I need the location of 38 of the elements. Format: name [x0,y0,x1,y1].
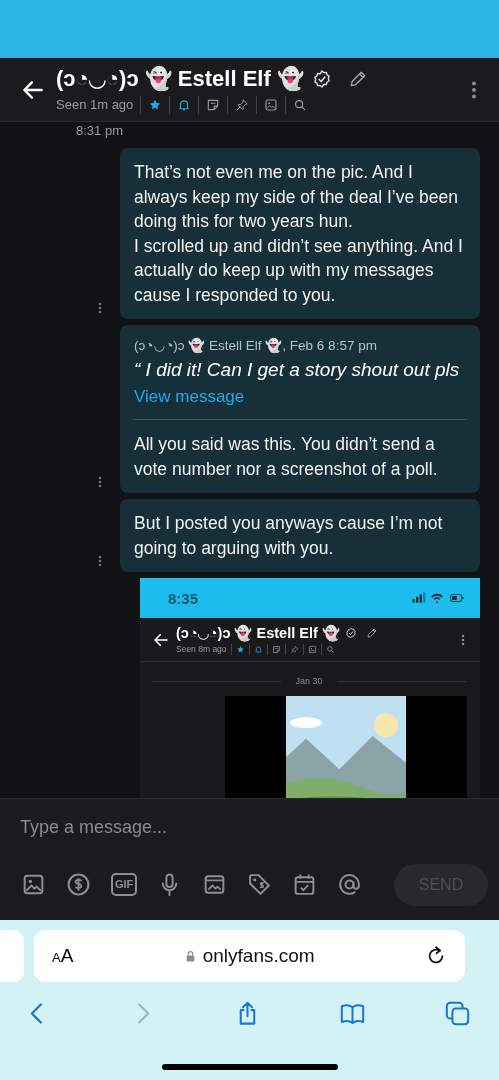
bell-icon[interactable] [253,644,263,654]
chat-title: (ɔ◔◡◔)ɔ 👻 Estell Elf 👻 [56,65,304,92]
pin-icon[interactable] [289,644,299,654]
search-icon[interactable] [325,644,335,654]
last-seen-text: Seen 8m ago [176,644,227,654]
bell-icon[interactable] [177,97,192,112]
image-icon[interactable] [307,644,317,654]
message-text: That’s not even me on the pic. And I always keep my side of the deal I’ve been doing this for two years hun. I scrolled up and didn’t see anything. And I actually do keep up with my messages cause I responded to you. [134,161,464,307]
message-text: All you said was this. You didn’t send a vote number nor a screenshot of a poll. [134,433,439,481]
chat-title: (ɔ◔◡◔)ɔ 👻 Estell Elf 👻 [176,624,340,642]
message-input[interactable]: Type a message... [0,798,499,855]
quote-author: (ɔ◔◡◔)ɔ 👻 Estell Elf 👻, Feb 6 8:57 pm [134,337,378,353]
view-message-link[interactable]: View message [134,387,245,407]
image-icon[interactable] [21,872,46,897]
message-time: 8:31 pm [75,123,124,138]
note-icon[interactable] [206,97,221,112]
text-size-button[interactable]: AA [52,945,74,967]
clock-text: 8:35 [168,589,199,607]
address-bar[interactable]: AA onlyfans.com [34,930,465,982]
tabs-icon[interactable] [444,1000,471,1027]
url-text: onlyfans.com [202,945,315,967]
wifi-icon [430,591,444,605]
image-icon[interactable] [264,97,279,112]
star-icon[interactable] [235,644,245,654]
note-icon[interactable] [271,644,281,654]
gif-button[interactable]: GIF [111,873,138,896]
at-sign-icon[interactable] [337,872,363,897]
pencil-icon[interactable] [365,627,378,639]
pin-icon[interactable] [235,97,250,112]
battery-icon [448,591,466,605]
signal-icon [412,591,426,605]
price-tag-icon[interactable] [247,872,273,897]
date-divider: Jan 30 [295,676,323,686]
quoted-message: “ I did it! Can I get a story shout out pls [134,359,461,381]
message-text: But I posted you anyways cause I’m not going to arguing with you. [134,512,444,560]
dollar-coin-icon[interactable] [66,872,91,897]
search-icon[interactable] [293,97,308,112]
last-seen-text: Seen 1m ago [56,97,134,112]
